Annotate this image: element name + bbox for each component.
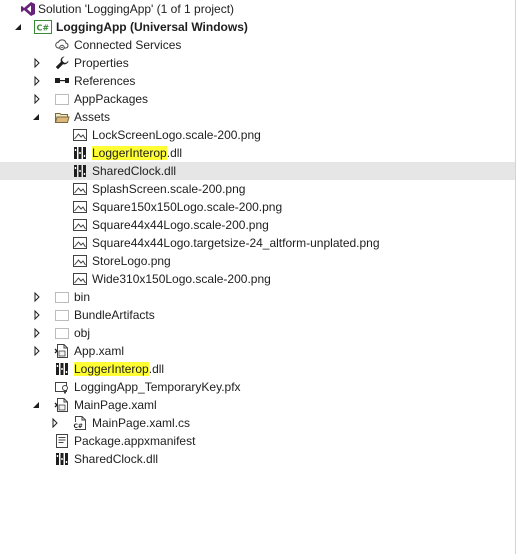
visual-studio-solution-icon (20, 1, 36, 17)
dll-file-icon (54, 361, 70, 377)
bundleartifacts-label: BundleArtifacts (74, 308, 155, 322)
connected-services-icon (54, 37, 70, 53)
tree-row-asset-splash[interactable]: SplashScreen.scale-200.png (0, 180, 516, 198)
excluded-folder-icon (54, 325, 70, 341)
references-icon (54, 73, 70, 89)
file-label: Wide310x150Logo.scale-200.png (92, 272, 271, 286)
open-folder-icon (54, 109, 70, 125)
tree-row-asset-storelogo[interactable]: StoreLogo.png (0, 252, 516, 270)
file-label: Square150x150Logo.scale-200.png (92, 200, 283, 214)
tree-row-asset-square150[interactable]: Square150x150Logo.scale-200.png (0, 198, 516, 216)
collapsed-arrow-icon[interactable] (30, 306, 44, 324)
tree-row-temporary-key[interactable]: LoggingApp_TemporaryKey.pfx (0, 378, 516, 396)
tree-row-sharedclock[interactable]: SharedClock.dll (0, 450, 516, 468)
tree-row-references[interactable]: References (0, 72, 516, 90)
tree-row-bin[interactable]: bin (0, 288, 516, 306)
excluded-folder-icon (54, 307, 70, 323)
collapsed-arrow-icon[interactable] (30, 90, 44, 108)
collapsed-arrow-icon[interactable] (30, 324, 44, 342)
tree-row-mainpage-cs[interactable]: MainPage.xaml.cs (0, 414, 516, 432)
csharp-project-icon (34, 19, 52, 35)
file-label: SharedClock.dll (92, 164, 177, 178)
excluded-folder-icon (54, 91, 70, 107)
tree-row-mainpage-xaml[interactable]: MainPage.xaml (0, 396, 516, 414)
collapsed-arrow-icon[interactable] (30, 342, 44, 360)
connected-services-label: Connected Services (74, 38, 182, 52)
apppackages-label: AppPackages (74, 92, 149, 106)
app-xaml-label: App.xaml (74, 344, 125, 358)
tree-row-properties[interactable]: Properties (0, 54, 516, 72)
collapsed-arrow-icon[interactable] (30, 72, 44, 90)
collapsed-arrow-icon[interactable] (48, 414, 62, 432)
tree-row-asset-lockscreen[interactable]: LockScreenLogo.scale-200.png (0, 126, 516, 144)
image-file-icon (72, 199, 88, 215)
expanded-arrow-icon[interactable] (12, 18, 26, 36)
file-extension: .dll (166, 146, 183, 160)
highlighted-filename: LoggerInterop (74, 362, 149, 376)
tree-row-asset-square44-targetsize[interactable]: Square44x44Logo.targetsize-24_altform-un… (0, 234, 516, 252)
file-label: Square44x44Logo.scale-200.png (92, 218, 269, 232)
tree-row-obj[interactable]: obj (0, 324, 516, 342)
tree-row-app-xaml[interactable]: App.xaml (0, 342, 516, 360)
tree-row-asset-sharedclock[interactable]: SharedClock.dll (0, 162, 516, 180)
properties-label: Properties (74, 56, 129, 70)
tree-row-asset-square44[interactable]: Square44x44Logo.scale-200.png (0, 216, 516, 234)
expanded-arrow-icon[interactable] (30, 396, 44, 414)
file-extension: .dll (148, 362, 165, 376)
tree-row-project[interactable]: LoggingApp (Universal Windows) (0, 18, 516, 36)
dll-file-icon (72, 163, 88, 179)
image-file-icon (72, 271, 88, 287)
project-label: LoggingApp (Universal Windows) (56, 20, 248, 34)
file-label: LoggerInterop.dll (92, 146, 182, 160)
sharedclock-label: SharedClock.dll (74, 452, 159, 466)
xaml-file-icon (54, 343, 70, 359)
obj-label: obj (74, 326, 91, 340)
image-file-icon (72, 127, 88, 143)
tree-row-bundleartifacts[interactable]: BundleArtifacts (0, 306, 516, 324)
mainpage-cs-label: MainPage.xaml.cs (92, 416, 191, 430)
dll-file-icon (54, 451, 70, 467)
certificate-key-icon (54, 379, 70, 395)
file-label: StoreLogo.png (92, 254, 171, 268)
tree-row-assets[interactable]: Assets (0, 108, 516, 126)
file-label: LockScreenLogo.scale-200.png (92, 128, 261, 142)
tree-row-loggerinterop[interactable]: LoggerInterop.dll (0, 360, 516, 378)
assets-label: Assets (74, 110, 111, 124)
image-file-icon (72, 235, 88, 251)
tree-row-apppackages[interactable]: AppPackages (0, 90, 516, 108)
file-label: LoggingApp_TemporaryKey.pfx (74, 380, 241, 394)
tree-row-asset-wide310[interactable]: Wide310x150Logo.scale-200.png (0, 270, 516, 288)
file-label: SplashScreen.scale-200.png (92, 182, 246, 196)
collapsed-arrow-icon[interactable] (30, 54, 44, 72)
manifest-file-icon (54, 433, 70, 449)
xaml-file-icon (54, 397, 70, 413)
image-file-icon (72, 253, 88, 269)
references-label: References (74, 74, 136, 88)
image-file-icon (72, 217, 88, 233)
file-label: Square44x44Logo.targetsize-24_altform-un… (92, 236, 380, 250)
file-label: LoggerInterop.dll (74, 362, 164, 376)
image-file-icon (72, 181, 88, 197)
expanded-arrow-icon[interactable] (30, 108, 44, 126)
tree-row-connected-services[interactable]: Connected Services (0, 36, 516, 54)
tree-row-asset-loggerinterop[interactable]: LoggerInterop.dll (0, 144, 516, 162)
wrench-icon (54, 55, 70, 71)
highlighted-filename: LoggerInterop (92, 146, 167, 160)
tree-row-package-manifest[interactable]: Package.appxmanifest (0, 432, 516, 450)
csharp-file-icon (72, 415, 88, 431)
solution-label: Solution 'LoggingApp' (1 of 1 project) (38, 2, 235, 16)
tree-row-solution[interactable]: Solution 'LoggingApp' (1 of 1 project) (0, 0, 516, 18)
excluded-folder-icon (54, 289, 70, 305)
bin-label: bin (74, 290, 91, 304)
package-manifest-label: Package.appxmanifest (74, 434, 196, 448)
solution-explorer-tree: Solution 'LoggingApp' (1 of 1 project) L… (0, 0, 516, 554)
dll-file-icon (72, 145, 88, 161)
mainpage-xaml-label: MainPage.xaml (74, 398, 157, 412)
collapsed-arrow-icon[interactable] (30, 288, 44, 306)
